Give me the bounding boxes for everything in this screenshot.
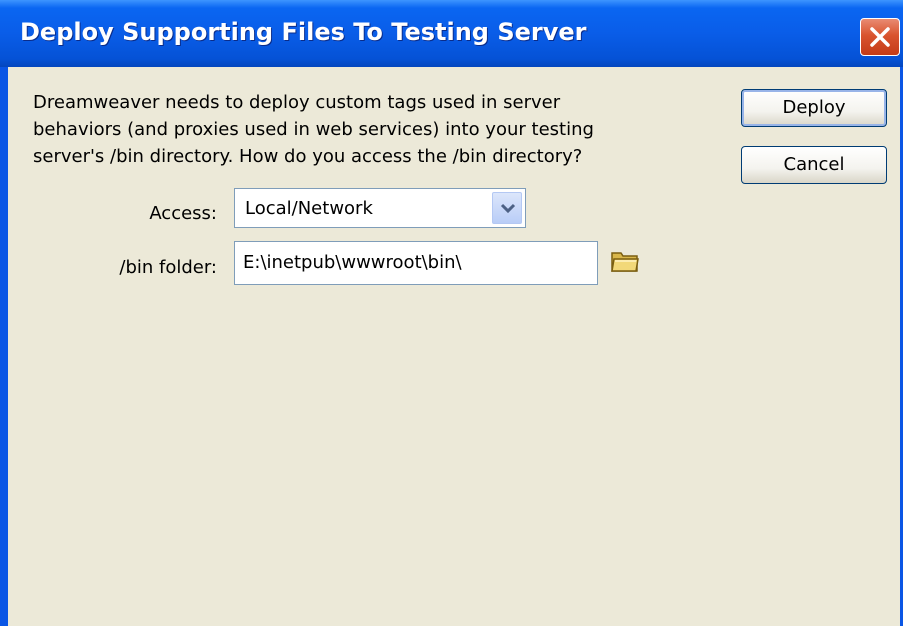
- close-button[interactable]: [860, 18, 900, 56]
- message-text: Dreamweaver needs to deploy custom tags …: [33, 92, 594, 167]
- access-selected-value: Local/Network: [245, 198, 373, 219]
- dialog-window: Deploy Supporting Files To Testing Serve…: [0, 0, 903, 626]
- access-label: Access:: [149, 203, 217, 224]
- dropdown-arrow-button[interactable]: [492, 192, 522, 224]
- title-bar[interactable]: Deploy Supporting Files To Testing Serve…: [0, 0, 903, 67]
- access-select[interactable]: Local/Network: [234, 188, 526, 228]
- deploy-button[interactable]: Deploy: [741, 89, 887, 127]
- dialog-content: Dreamweaver needs to deploy custom tags …: [8, 67, 900, 626]
- bin-folder-input[interactable]: E:\inetpub\wwwroot\bin\: [234, 241, 598, 285]
- cancel-button[interactable]: Cancel: [741, 146, 887, 184]
- browse-folder-button[interactable]: [610, 247, 640, 275]
- close-icon: [870, 27, 890, 47]
- bin-folder-value: E:\inetpub\wwwroot\bin\: [243, 252, 462, 273]
- bin-folder-label: /bin folder:: [119, 257, 217, 278]
- window-title: Deploy Supporting Files To Testing Serve…: [20, 18, 587, 46]
- folder-icon: [611, 252, 639, 272]
- chevron-down-icon: [500, 203, 516, 214]
